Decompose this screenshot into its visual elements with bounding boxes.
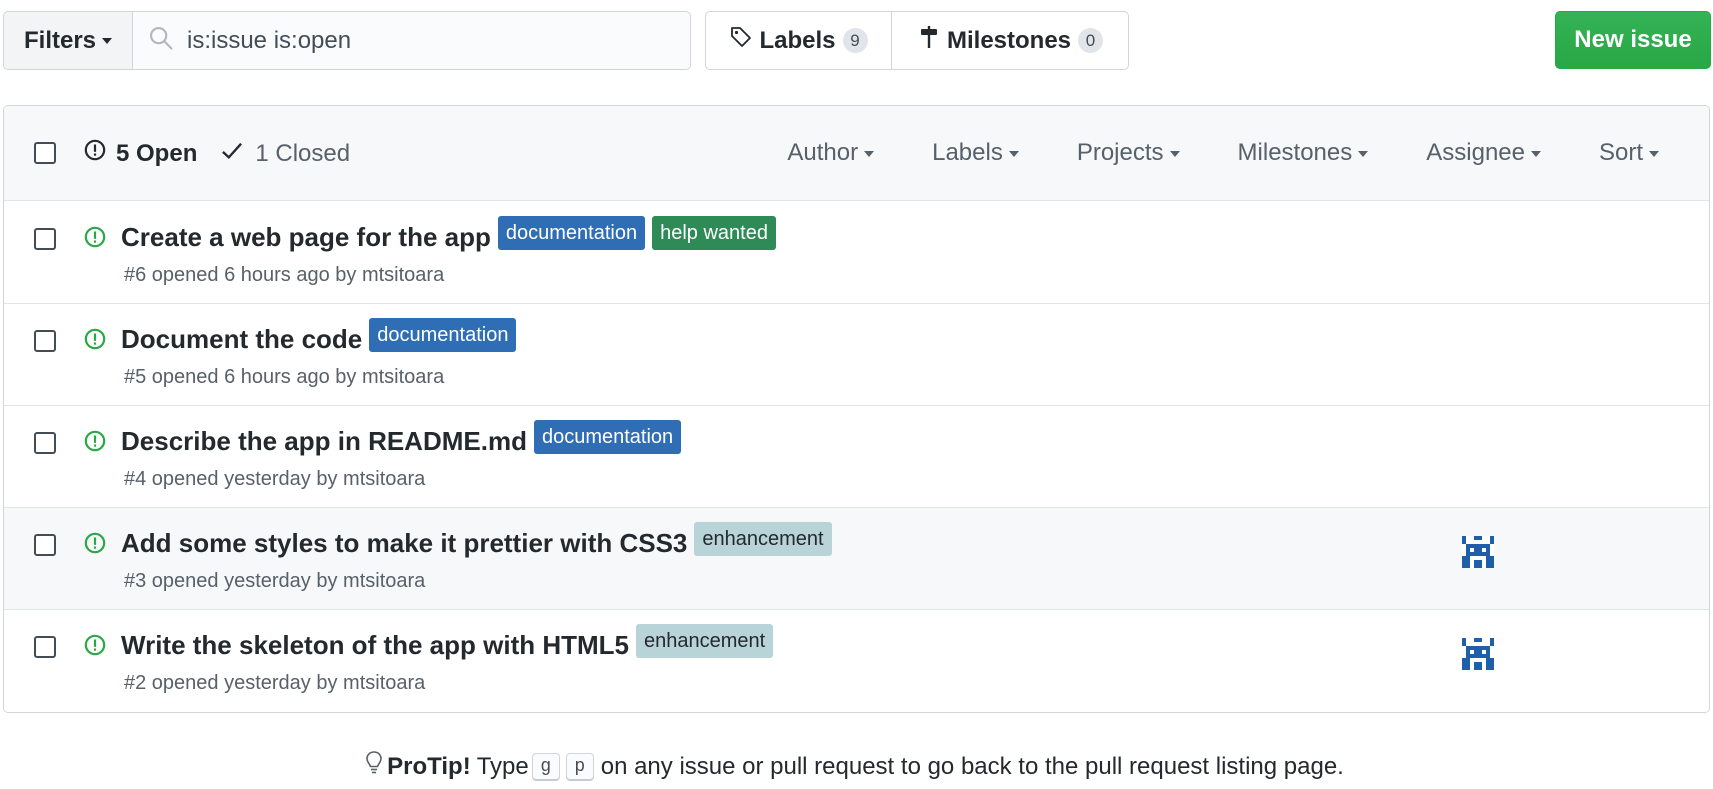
issue-title-link[interactable]: Describe the app in README.md [121, 426, 527, 457]
labels-filter-label: Labels [932, 139, 1003, 166]
issue-meta: #5 opened 6 hours ago by mtsitoara [124, 366, 445, 388]
keyboard-key-g: g [531, 752, 560, 781]
table-row: Document the code documentation #5 opene… [4, 304, 1709, 406]
closed-count-label: 1 Closed [255, 139, 351, 167]
filters-label: Filters [23, 26, 97, 54]
issue-meta: #3 opened yesterday by mtsitoara [124, 570, 426, 592]
issue-label[interactable]: documentation [533, 420, 682, 454]
issue-title-link[interactable]: Create a web page for the app [121, 222, 491, 253]
issues-toolbar: Filters Labels 9 Milestones 0 New issue [3, 11, 1711, 71]
issue-opened-icon [84, 634, 106, 661]
labels-nav-button[interactable]: Labels 9 [706, 12, 892, 69]
chevron-down-icon [864, 150, 875, 157]
issue-checkbox[interactable] [34, 636, 56, 658]
issue-label[interactable]: enhancement [694, 522, 832, 556]
chevron-down-icon [1530, 150, 1541, 157]
open-count-label: 5 Open [116, 139, 198, 167]
milestone-icon [917, 25, 947, 56]
search-input[interactable] [187, 26, 667, 55]
labels-count: 9 [842, 28, 868, 53]
assignee-filter[interactable]: Assignee [1426, 139, 1541, 167]
author-filter[interactable]: Author [787, 139, 875, 167]
author-filter-label: Author [787, 139, 859, 166]
issue-checkbox[interactable] [34, 228, 56, 250]
issue-meta: #6 opened 6 hours ago by mtsitoara [124, 264, 445, 286]
issue-opened-icon [84, 226, 106, 253]
projects-filter[interactable]: Projects [1077, 139, 1180, 167]
issue-meta: #2 opened yesterday by mtsitoara [124, 672, 426, 694]
projects-filter-label: Projects [1076, 139, 1164, 166]
table-row: Create a web page for the app documentat… [4, 202, 1709, 304]
issue-opened-icon [84, 328, 106, 355]
issue-state-toggle: 5 Open 1 Closed [84, 139, 350, 168]
issue-title-line: Document the code documentation [121, 318, 517, 356]
filters-button[interactable]: Filters [3, 11, 133, 70]
issue-opened-icon [84, 532, 106, 559]
chevron-down-icon [1008, 150, 1019, 157]
light-bulb-icon [365, 750, 387, 783]
closed-issues-link[interactable]: 1 Closed [221, 140, 350, 168]
issue-title-line: Create a web page for the app documentat… [121, 216, 776, 254]
assignee-filter-label: Assignee [1426, 139, 1525, 166]
chevron-down-icon [1358, 150, 1369, 157]
sort-filter[interactable]: Sort [1599, 139, 1659, 167]
issue-opened-icon [84, 430, 106, 457]
keyboard-key-p: p [565, 752, 594, 781]
assignee-avatar[interactable] [1462, 536, 1494, 568]
chevron-down-icon [102, 37, 113, 44]
issue-title-line: Write the skeleton of the app with HTML5… [121, 624, 774, 662]
issue-checkbox[interactable] [34, 330, 56, 352]
issue-title-link[interactable]: Write the skeleton of the app with HTML5 [121, 630, 629, 661]
protip-title: ProTip! [387, 752, 471, 780]
search-box[interactable] [133, 11, 691, 70]
milestones-nav-label: Milestones [946, 26, 1072, 54]
sort-filter-label: Sort [1598, 139, 1643, 166]
issues-list-header: 5 Open 1 Closed Author Labels Projects M… [4, 106, 1709, 201]
filter-menus: Author Labels Projects Milestones Assign… [729, 139, 1659, 167]
issue-checkbox[interactable] [34, 534, 56, 556]
new-issue-button[interactable]: New issue [1555, 11, 1711, 69]
issue-title-line: Describe the app in README.md documentat… [121, 420, 682, 458]
check-icon [221, 140, 255, 168]
issue-title-link[interactable]: Add some styles to make it prettier with… [121, 528, 687, 559]
issue-opened-icon [84, 139, 116, 168]
issue-checkbox[interactable] [34, 432, 56, 454]
chevron-down-icon [1649, 150, 1659, 157]
issue-label[interactable]: documentation [497, 216, 646, 250]
new-issue-label: New issue [1574, 26, 1692, 53]
filter-group: Filters [3, 11, 691, 70]
table-row: Describe the app in README.md documentat… [4, 406, 1709, 508]
protip-text-before: Type [476, 752, 529, 780]
issues-list: 5 Open 1 Closed Author Labels Projects M… [3, 105, 1710, 713]
issue-label[interactable]: enhancement [636, 624, 774, 658]
milestones-nav-button[interactable]: Milestones 0 [892, 12, 1128, 69]
issue-title-link[interactable]: Document the code [121, 324, 362, 355]
issue-meta: #4 opened yesterday by mtsitoara [124, 468, 426, 490]
select-all-checkbox[interactable] [34, 142, 56, 164]
search-icon [147, 24, 175, 57]
tag-icon [729, 25, 759, 56]
labels-nav-label: Labels [759, 26, 836, 54]
table-row: Add some styles to make it prettier with… [4, 508, 1709, 610]
open-issues-link[interactable]: 5 Open [84, 139, 197, 168]
issue-title-line: Add some styles to make it prettier with… [121, 522, 832, 560]
chevron-down-icon [1169, 150, 1180, 157]
table-row: Write the skeleton of the app with HTML5… [4, 610, 1709, 712]
labels-filter[interactable]: Labels [932, 139, 1019, 167]
milestones-filter-label: Milestones [1237, 139, 1353, 166]
milestones-count: 0 [1078, 28, 1104, 53]
protip: ProTip! Type g p on any issue or pull re… [0, 750, 1713, 783]
labels-milestones-nav: Labels 9 Milestones 0 [705, 11, 1129, 70]
milestones-filter[interactable]: Milestones [1238, 139, 1369, 167]
assignee-avatar[interactable] [1462, 638, 1494, 670]
issue-label[interactable]: help wanted [652, 216, 776, 250]
protip-text-after: on any issue or pull request to go back … [600, 752, 1344, 780]
issue-label[interactable]: documentation [369, 318, 517, 352]
